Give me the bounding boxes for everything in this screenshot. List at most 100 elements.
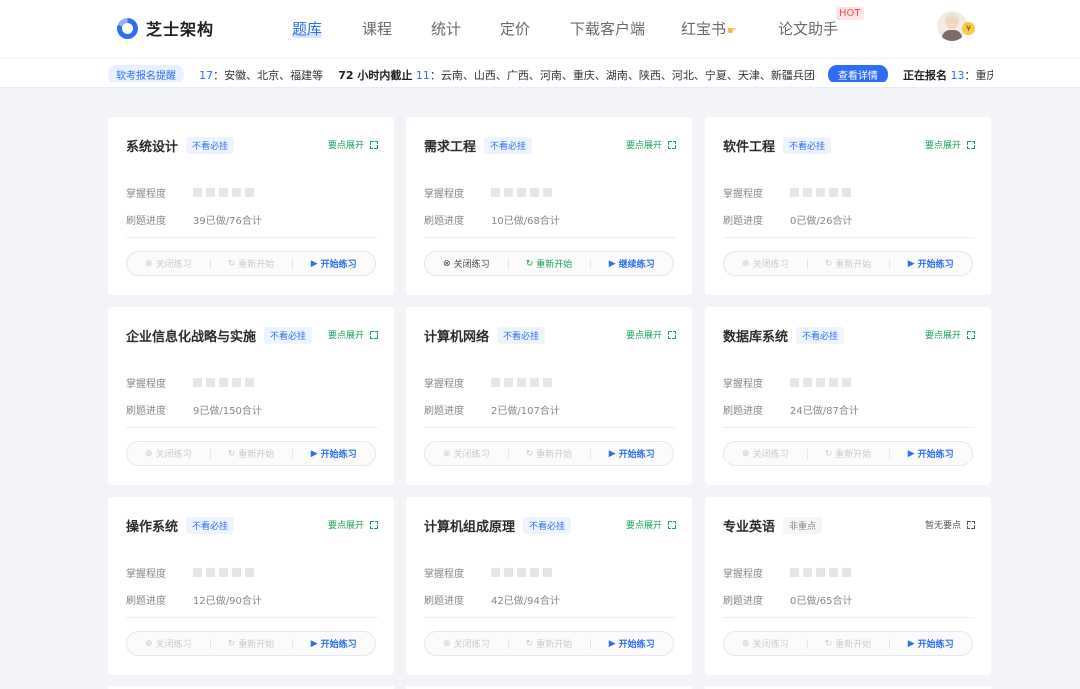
- progress-row: 刷题进度 0已做/65合计: [723, 592, 852, 607]
- expand-key-points[interactable]: 要点展开: [328, 138, 378, 151]
- start-practice-button[interactable]: ▶ 开始练习: [292, 447, 375, 460]
- play-icon: ▶: [907, 258, 915, 269]
- close-practice-button[interactable]: ⊗ 关闭练习: [724, 447, 807, 461]
- card-divider: [424, 427, 676, 428]
- nav-item-question-bank[interactable]: 题库: [292, 18, 323, 39]
- close-practice-button[interactable]: ⊗ 关闭练习: [425, 257, 508, 271]
- hand-icon: ☛: [727, 24, 737, 37]
- card-divider: [424, 237, 676, 238]
- card-tag: 不看必挂: [186, 137, 235, 154]
- restart-button[interactable]: ↻ 重新开始: [507, 447, 591, 460]
- close-practice-button[interactable]: ⊗ 关闭练习: [127, 257, 210, 271]
- play-icon: ▶: [907, 638, 915, 649]
- subject-card: 需求工程 不看必挂 要点展开 掌握程度 刷题进度 10已做/68合计 ⊗ 关闭练习 ↻ 重新开始 ▶…: [406, 117, 692, 295]
- mastery-rating: [491, 378, 556, 387]
- start-practice-button[interactable]: ▶ 开始练习: [292, 257, 375, 270]
- restart-icon: ↻: [525, 638, 534, 649]
- mastery-row: 掌握程度: [723, 185, 855, 200]
- progress-row: 刷题进度 42已做/94合计: [424, 592, 560, 607]
- progress-row: 刷题进度 0已做/26合计: [723, 212, 852, 227]
- progress-row: 刷题进度 2已做/107合计: [424, 402, 560, 417]
- vip-icon: ¥: [962, 22, 975, 35]
- close-practice-button[interactable]: ⊗ 关闭练习: [127, 447, 210, 461]
- restart-button[interactable]: ↻ 重新开始: [507, 637, 591, 650]
- card-actions: ⊗ 关闭练习 ↻ 重新开始 ▶ 开始练习: [424, 631, 674, 656]
- nav-item-courses[interactable]: 课程: [362, 18, 392, 39]
- expand-label: 要点展开: [625, 331, 662, 341]
- progress-row: 刷题进度 39已做/76合计: [126, 212, 262, 227]
- progress-row: 刷题进度 24已做/87合计: [723, 402, 859, 417]
- progress-value: 0已做/65合计: [790, 596, 853, 607]
- progress-value: 39已做/76合计: [193, 216, 262, 227]
- expand-label: 要点展开: [924, 331, 961, 341]
- close-practice-button[interactable]: ⊗ 关闭练习: [425, 447, 508, 461]
- nav-item-pricing[interactable]: 定价: [500, 18, 530, 39]
- card-title-text: 需求工程: [424, 140, 477, 155]
- card-title-text: 计算机网络: [424, 330, 490, 345]
- main-nav: 题库 课程 统计 定价 下载客户端 红宝书☛ 论文助手 HOT: [0, 0, 1080, 58]
- nav-item-redbook[interactable]: 红宝书☛: [681, 18, 737, 39]
- restart-icon: ↻: [824, 258, 833, 269]
- progress-label: 刷题进度: [723, 596, 763, 607]
- view-details-button[interactable]: 查看详情: [827, 65, 888, 82]
- start-practice-button[interactable]: ▶ 开始练习: [889, 637, 972, 650]
- expand-key-points[interactable]: 要点展开: [626, 328, 676, 341]
- mastery-label: 掌握程度: [424, 569, 464, 580]
- expand-key-points[interactable]: 要点展开: [626, 518, 676, 531]
- progress-row: 刷题进度 10已做/68合计: [424, 212, 560, 227]
- expand-key-points[interactable]: 暂无要点: [925, 518, 975, 531]
- expand-label: 要点展开: [625, 521, 662, 531]
- notice-segment-3: 正在报名 13：重庆、大连: [903, 68, 993, 82]
- play-icon: ▶: [907, 448, 915, 459]
- expand-key-points[interactable]: 要点展开: [626, 138, 676, 151]
- card-title: 数据库系统 不看必挂: [723, 326, 845, 345]
- play-icon: ▶: [310, 258, 318, 269]
- card-actions: ⊗ 关闭练习 ↻ 重新开始 ▶ 开始练习: [126, 251, 376, 276]
- card-tag: 不看必挂: [186, 517, 235, 534]
- expand-icon: [967, 520, 975, 529]
- card-actions: ⊗ 关闭练习 ↻ 重新开始 ▶ 开始练习: [723, 251, 973, 276]
- restart-button[interactable]: ↻ 重新开始: [209, 637, 293, 650]
- card-tag: 不看必挂: [783, 137, 832, 154]
- restart-button[interactable]: ↻ 重新开始: [806, 257, 890, 270]
- subject-card: 操作系统 不看必挂 要点展开 掌握程度 刷题进度 12已做/90合计 ⊗ 关闭练习 ↻ 重新开始 ▶…: [108, 497, 394, 675]
- mastery-label: 掌握程度: [424, 379, 464, 390]
- restart-button[interactable]: ↻ 重新开始: [806, 637, 890, 650]
- expand-icon: [668, 140, 676, 149]
- subject-card: 数据库系统 不看必挂 要点展开 掌握程度 刷题进度 24已做/87合计 ⊗ 关闭练习 ↻ 重新开始…: [705, 307, 991, 485]
- expand-key-points[interactable]: 要点展开: [328, 518, 378, 531]
- nav-item-download[interactable]: 下载客户端: [570, 18, 645, 39]
- expand-key-points[interactable]: 要点展开: [925, 328, 975, 341]
- expand-key-points[interactable]: 要点展开: [925, 138, 975, 151]
- expand-label: 要点展开: [327, 331, 364, 341]
- restart-button[interactable]: ↻ 重新开始: [507, 257, 591, 270]
- close-circle-icon: ⊗: [443, 448, 451, 459]
- start-practice-button[interactable]: ▶ 开始练习: [590, 637, 673, 650]
- hot-badge: HOT: [836, 7, 864, 20]
- progress-label: 刷题进度: [424, 216, 464, 227]
- restart-button[interactable]: ↻ 重新开始: [209, 257, 293, 270]
- close-circle-icon: ⊗: [145, 448, 153, 459]
- expand-label: 暂无要点: [924, 521, 961, 531]
- subject-card: 计算机组成原理 不看必挂 要点展开 掌握程度 刷题进度 42已做/94合计 ⊗ 关闭练习 ↻ 重新…: [406, 497, 692, 675]
- close-practice-button[interactable]: ⊗ 关闭练习: [724, 257, 807, 271]
- restart-icon: ↻: [525, 448, 534, 459]
- mastery-label: 掌握程度: [126, 569, 166, 580]
- restart-button[interactable]: ↻ 重新开始: [806, 447, 890, 460]
- nav-item-stats[interactable]: 统计: [431, 18, 461, 39]
- start-practice-button[interactable]: ▶ 开始练习: [590, 447, 673, 460]
- continue-practice-button[interactable]: ▶ 继续练习: [590, 257, 673, 270]
- start-practice-button[interactable]: ▶ 开始练习: [889, 447, 972, 460]
- close-practice-button[interactable]: ⊗ 关闭练习: [127, 637, 210, 651]
- expand-key-points[interactable]: 要点展开: [328, 328, 378, 341]
- close-practice-button[interactable]: ⊗ 关闭练习: [724, 637, 807, 651]
- progress-label: 刷题进度: [424, 596, 464, 607]
- nav-item-paper-assistant[interactable]: 论文助手: [778, 18, 838, 39]
- restart-button[interactable]: ↻ 重新开始: [209, 447, 293, 460]
- close-practice-button[interactable]: ⊗ 关闭练习: [425, 637, 508, 651]
- start-practice-button[interactable]: ▶ 开始练习: [889, 257, 972, 270]
- start-practice-button[interactable]: ▶ 开始练习: [292, 637, 375, 650]
- expand-icon: [668, 520, 676, 529]
- card-actions: ⊗ 关闭练习 ↻ 重新开始 ▶ 开始练习: [126, 441, 376, 466]
- close-circle-icon: ⊗: [145, 638, 153, 649]
